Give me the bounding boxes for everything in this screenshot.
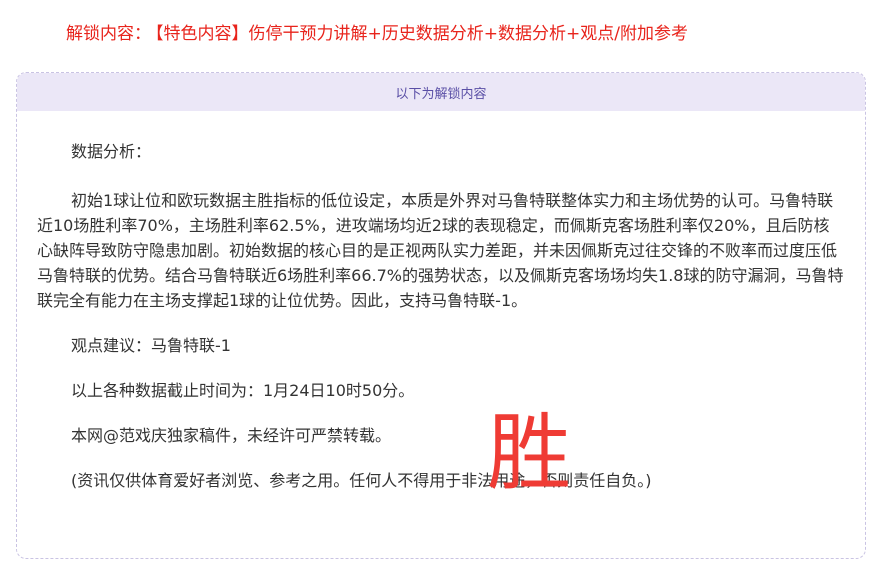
copyright-notice: 本网@范戏庆独家稿件，未经许可严禁转载。 <box>71 426 392 445</box>
article-body: 数据分析： 初始1球让位和欧玩数据主胜指标的低位设定，本质是外界对马鲁特联整体实… <box>17 139 865 493</box>
section-heading: 数据分析： <box>71 142 152 161</box>
disclaimer-text: (资讯仅供体育爱好者浏览、参考之用。任何人不得用于非法用途，否则责任自负。) <box>71 471 652 490</box>
data-cutoff-time: 以上各种数据截止时间为：1月24日10时50分。 <box>71 381 415 400</box>
unlocked-content-card: 以下为解锁内容 数据分析： 初始1球让位和欧玩数据主胜指标的低位设定，本质是外界… <box>16 72 866 559</box>
unlock-banner: 以下为解锁内容 <box>17 73 865 111</box>
recommendation-text: 观点建议：马鲁特联-1 <box>71 336 231 355</box>
analysis-paragraph: 初始1球让位和欧玩数据主胜指标的低位设定，本质是外界对马鲁特联整体实力和主场优势… <box>37 191 844 310</box>
unlock-label: 解锁内容： <box>66 24 151 44</box>
result-stamp: 胜 <box>487 404 572 502</box>
unlock-content-summary: 【特色内容】伤停干预力讲解+历史数据分析+数据分析+观点/附加参考 <box>155 24 688 44</box>
unlock-content-header: 解锁内容： 【特色内容】伤停干预力讲解+历史数据分析+数据分析+观点/附加参考 <box>66 19 688 44</box>
